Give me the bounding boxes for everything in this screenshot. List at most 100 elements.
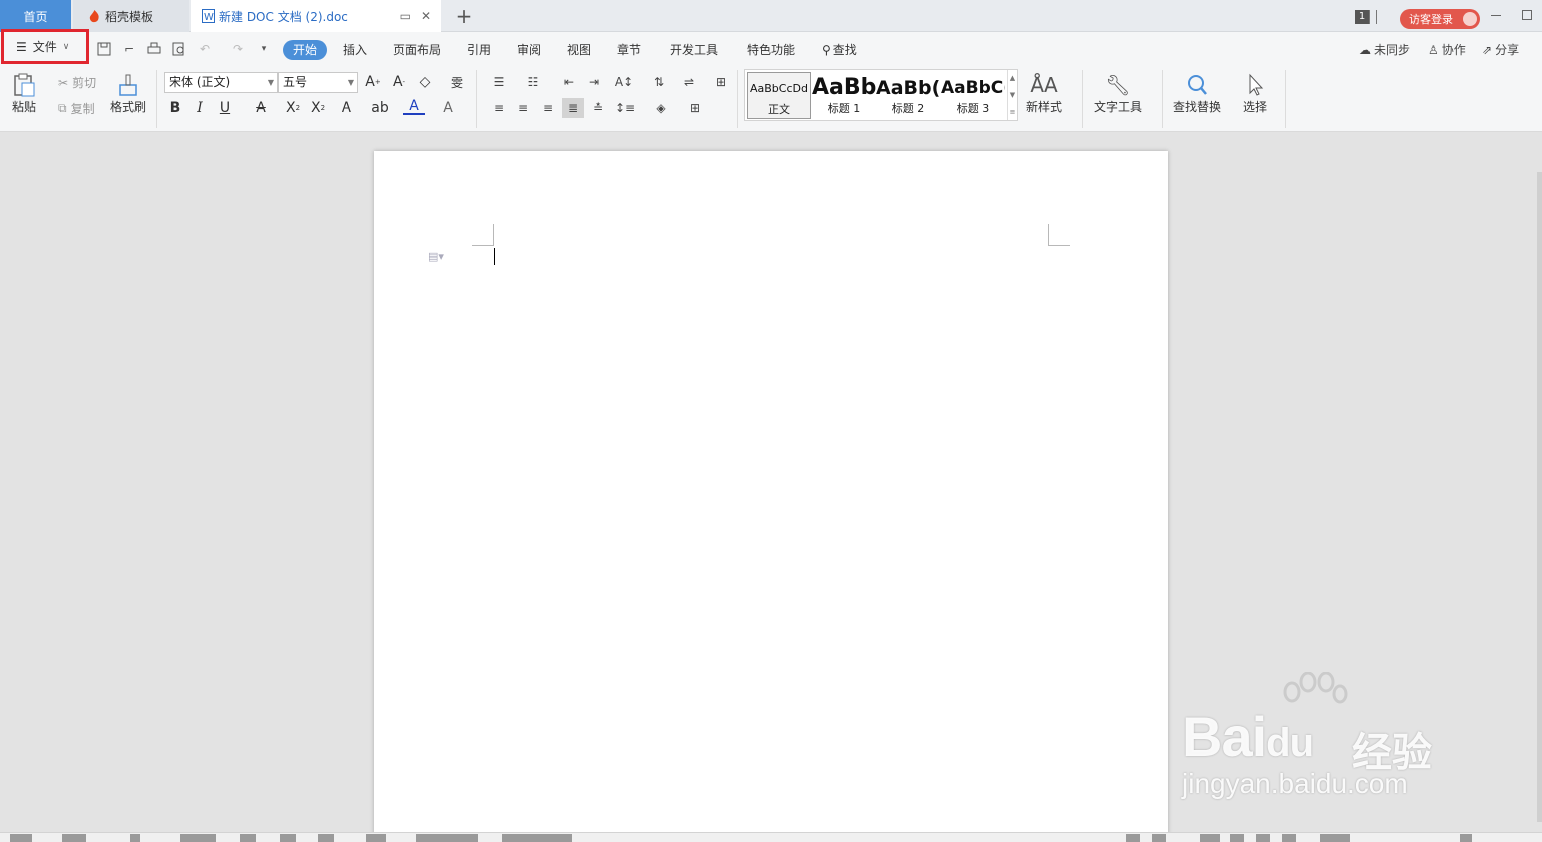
- status-item[interactable]: [1320, 834, 1350, 842]
- status-item[interactable]: [1282, 834, 1296, 842]
- redo-icon[interactable]: ↷: [230, 41, 246, 57]
- style-normal[interactable]: AaBbCcDd 正文: [747, 72, 811, 119]
- increase-indent-icon[interactable]: ⇥: [583, 72, 605, 92]
- menu-review[interactable]: 审阅: [517, 40, 541, 60]
- maximize-icon[interactable]: [1522, 10, 1532, 20]
- login-button[interactable]: 访客登录: [1400, 9, 1480, 29]
- status-item[interactable]: [62, 834, 86, 842]
- menu-chapter[interactable]: 章节: [617, 40, 641, 60]
- sync-button[interactable]: ☁ 未同步: [1359, 40, 1410, 60]
- tab-document[interactable]: W 新建 DOC 文档 (2).doc ▭ ✕: [191, 0, 441, 32]
- status-item[interactable]: [318, 834, 334, 842]
- cut-button[interactable]: ✂ 剪切: [58, 74, 96, 91]
- status-item[interactable]: [502, 834, 572, 842]
- justify-icon[interactable]: ≣: [562, 98, 584, 118]
- status-item[interactable]: [240, 834, 256, 842]
- bold-button[interactable]: B: [164, 98, 186, 118]
- grow-font-icon[interactable]: A +: [362, 72, 384, 92]
- vertical-scrollbar[interactable]: [1537, 172, 1542, 822]
- status-item[interactable]: [1460, 834, 1472, 842]
- clear-format-icon[interactable]: ◇: [414, 72, 436, 92]
- format-painter-button[interactable]: 格式刷: [110, 72, 146, 115]
- style-heading-3[interactable]: AaBbC(标题 3: [941, 72, 1005, 119]
- underline-button[interactable]: U: [214, 98, 236, 118]
- file-menu-button[interactable]: ☰ 文件 ∨: [1, 29, 89, 64]
- save-icon[interactable]: [96, 41, 112, 57]
- status-item[interactable]: [1200, 834, 1220, 842]
- line-spacing-icon[interactable]: ↕≡: [614, 98, 636, 118]
- select-button[interactable]: 选择: [1241, 72, 1269, 115]
- copy-button[interactable]: ⧉ 复制: [58, 100, 95, 117]
- paste-button[interactable]: 粘贴: [10, 72, 38, 115]
- watermark-logo-du: du: [1266, 721, 1314, 765]
- paragraph-handle-icon[interactable]: ▤▾: [428, 250, 444, 263]
- menu-references[interactable]: 引用: [467, 40, 491, 60]
- window-count-badge[interactable]: 1: [1355, 10, 1369, 24]
- font-size-select[interactable]: 五号 ▼: [278, 72, 358, 93]
- bullet-list-icon[interactable]: ☰: [488, 72, 510, 92]
- status-item[interactable]: [1152, 834, 1166, 842]
- new-style-button[interactable]: ÅA 新样式: [1026, 72, 1062, 115]
- menu-start[interactable]: 开始: [283, 40, 327, 60]
- menu-page-layout[interactable]: 页面布局: [393, 40, 441, 60]
- status-item[interactable]: [180, 834, 216, 842]
- minimize-icon[interactable]: [1491, 15, 1501, 16]
- select-label: 选择: [1242, 100, 1267, 114]
- numbered-list-icon[interactable]: ☷: [522, 72, 544, 92]
- window-list-icon[interactable]: [1369, 10, 1377, 24]
- menu-search[interactable]: ⚲ 查找: [822, 40, 857, 60]
- format-brush-quick-icon[interactable]: ⌐: [121, 41, 137, 57]
- pinyin-guide-icon[interactable]: 雯: [446, 72, 468, 92]
- font-color-icon[interactable]: A: [403, 98, 425, 115]
- close-tab-icon[interactable]: ✕: [421, 9, 431, 23]
- status-item[interactable]: [1230, 834, 1244, 842]
- font-name-select[interactable]: 宋体 (正文) ▼: [164, 72, 278, 93]
- subscript-icon[interactable]: X2: [307, 98, 329, 118]
- menu-insert[interactable]: 插入: [343, 40, 367, 60]
- align-left-icon[interactable]: ≡: [488, 98, 510, 118]
- quick-access-more-icon[interactable]: ▾: [256, 41, 272, 57]
- pin-icon[interactable]: ▭: [400, 9, 411, 23]
- status-item[interactable]: [366, 834, 386, 842]
- status-item[interactable]: [1256, 834, 1270, 842]
- menu-developer[interactable]: 开发工具: [670, 40, 718, 60]
- text-tools-button[interactable]: 🔧︎ 文字工具: [1094, 72, 1142, 115]
- status-item[interactable]: [130, 834, 140, 842]
- new-tab-button[interactable]: +: [452, 5, 476, 27]
- borders-icon[interactable]: ⊞: [684, 98, 706, 118]
- show-marks-icon[interactable]: ⊞: [710, 72, 732, 92]
- shading-icon[interactable]: ◈: [650, 98, 672, 118]
- status-item[interactable]: [10, 834, 32, 842]
- status-item[interactable]: [280, 834, 296, 842]
- style-heading-1[interactable]: AaBb 标题 1: [812, 72, 876, 119]
- menu-view[interactable]: 视图: [567, 40, 591, 60]
- superscript-icon[interactable]: X2: [282, 98, 304, 118]
- sort-icon[interactable]: ⇅: [648, 72, 670, 92]
- styles-scroll[interactable]: ▲ ▼ ≡: [1007, 70, 1017, 120]
- align-center-icon[interactable]: ≡: [512, 98, 534, 118]
- collab-button[interactable]: ♙ 协作: [1428, 40, 1466, 60]
- shrink-font-icon[interactable]: A-: [388, 72, 410, 92]
- tab-home[interactable]: 首页: [0, 0, 71, 32]
- distribute-icon[interactable]: ≛: [587, 98, 609, 118]
- find-replace-button[interactable]: 查找替换: [1173, 72, 1221, 115]
- change-case-icon[interactable]: A↕: [613, 72, 635, 92]
- strikethrough-icon[interactable]: A: [250, 98, 272, 118]
- char-shading-icon[interactable]: A: [437, 98, 459, 118]
- print-preview-icon[interactable]: [171, 41, 187, 57]
- undo-icon[interactable]: ↶: [197, 41, 213, 57]
- text-direction-icon[interactable]: ⇌: [678, 72, 700, 92]
- align-right-icon[interactable]: ≡: [537, 98, 559, 118]
- tab-template[interactable]: 稻壳模板: [73, 0, 189, 32]
- menu-special[interactable]: 特色功能: [747, 40, 795, 60]
- status-item[interactable]: [1126, 834, 1140, 842]
- text-effect-icon[interactable]: Ꭺ: [336, 98, 358, 118]
- highlight-icon[interactable]: ab: [369, 98, 391, 118]
- status-item[interactable]: [416, 834, 478, 842]
- share-button[interactable]: ⇗ 分享: [1482, 40, 1519, 60]
- decrease-indent-icon[interactable]: ⇤: [558, 72, 580, 92]
- style-heading-2[interactable]: AaBb(标题 2: [876, 72, 940, 119]
- chevron-down-icon: ▼: [1009, 90, 1016, 99]
- italic-button[interactable]: I: [189, 98, 211, 118]
- print-icon[interactable]: [146, 41, 162, 57]
